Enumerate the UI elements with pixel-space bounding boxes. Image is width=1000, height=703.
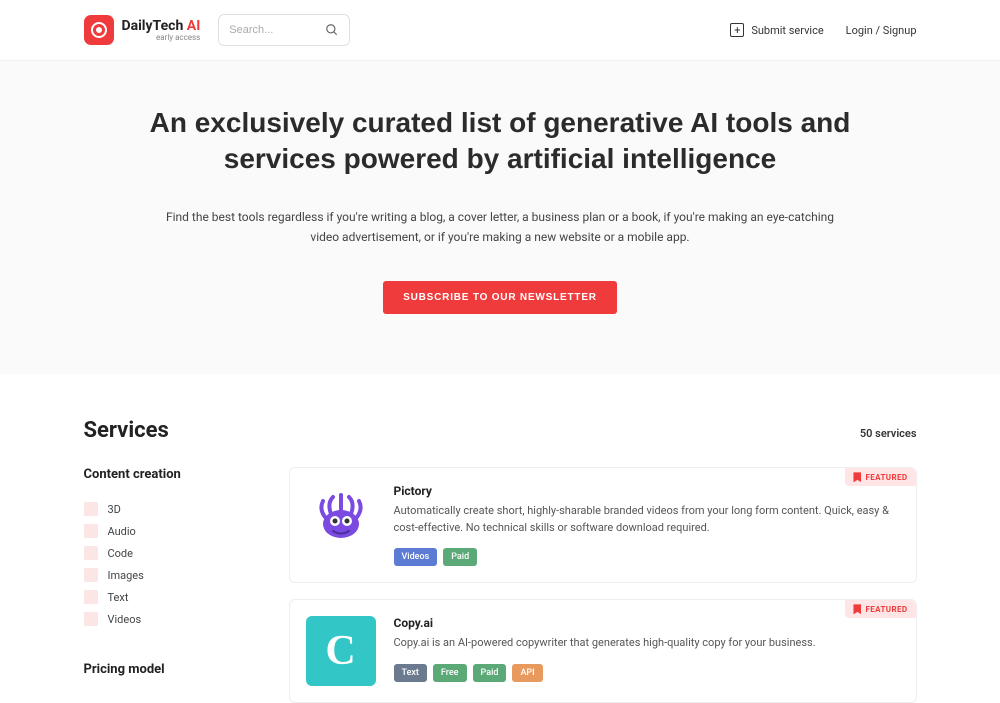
featured-badge: FEATURED — [845, 600, 915, 618]
search-box[interactable] — [218, 14, 350, 46]
filter-item[interactable]: Images — [84, 564, 249, 586]
tag[interactable]: Paid — [473, 664, 507, 682]
hero-title: An exclusively curated list of generativ… — [104, 105, 897, 178]
checkbox[interactable] — [84, 502, 98, 516]
brand-tag: early access — [122, 34, 201, 42]
services-count: 50 services — [860, 427, 917, 440]
hero-subtitle: Find the best tools regardless if you're… — [160, 208, 840, 248]
card-description: Copy.ai is an AI-powered copywriter that… — [394, 635, 900, 652]
search-input[interactable] — [229, 24, 339, 36]
tag[interactable]: API — [512, 664, 542, 682]
featured-badge: FEATURED — [845, 468, 915, 486]
search-icon — [325, 23, 339, 37]
filter-label: Code — [108, 547, 133, 560]
checkbox[interactable] — [84, 546, 98, 560]
subscribe-button[interactable]: SUBSCRIBE TO OUR NEWSLETTER — [383, 281, 617, 314]
brand-name: DailyTech AI — [122, 19, 201, 33]
service-card[interactable]: FEATURED C Copy.ai Copy.ai is an AI-powered… — [289, 599, 917, 703]
service-card[interactable]: FEATUREDPictory Automatically create shor… — [289, 467, 917, 583]
filter-label: Images — [108, 569, 144, 582]
bookmark-icon — [853, 472, 861, 482]
plus-icon: + — [730, 23, 744, 37]
tag[interactable]: Free — [433, 664, 467, 682]
services-heading: Services — [84, 418, 169, 443]
checkbox[interactable] — [84, 568, 98, 582]
filter-item[interactable]: Audio — [84, 520, 249, 542]
card-title: Pictory — [394, 484, 900, 498]
filter-label: Text — [108, 591, 129, 604]
tag[interactable]: Videos — [394, 548, 438, 566]
checkbox[interactable] — [84, 524, 98, 538]
filter-heading-pricing: Pricing model — [84, 662, 249, 677]
brand-logo[interactable]: DailyTech AI early access — [84, 15, 201, 45]
checkbox[interactable] — [84, 590, 98, 604]
filter-item[interactable]: Text — [84, 586, 249, 608]
login-signup-link[interactable]: Login / Signup — [846, 24, 917, 37]
checkbox[interactable] — [84, 612, 98, 626]
card-thumb: C — [306, 616, 376, 686]
bookmark-icon — [853, 604, 861, 614]
submit-service-label: Submit service — [751, 24, 823, 37]
filter-label: 3D — [108, 503, 121, 516]
card-thumb — [306, 484, 376, 554]
card-description: Automatically create short, highly-shara… — [394, 503, 900, 536]
filter-label: Audio — [108, 525, 136, 538]
filter-item[interactable]: Code — [84, 542, 249, 564]
filter-item[interactable]: 3D — [84, 498, 249, 520]
tag[interactable]: Paid — [443, 548, 477, 566]
filter-heading-content: Content creation — [84, 467, 249, 482]
filter-item[interactable]: Videos — [84, 608, 249, 630]
logo-icon — [84, 15, 114, 45]
tag[interactable]: Text — [394, 664, 427, 682]
card-title: Copy.ai — [394, 616, 900, 630]
filter-label: Videos — [108, 613, 142, 626]
submit-service-button[interactable]: + Submit service — [730, 23, 823, 37]
